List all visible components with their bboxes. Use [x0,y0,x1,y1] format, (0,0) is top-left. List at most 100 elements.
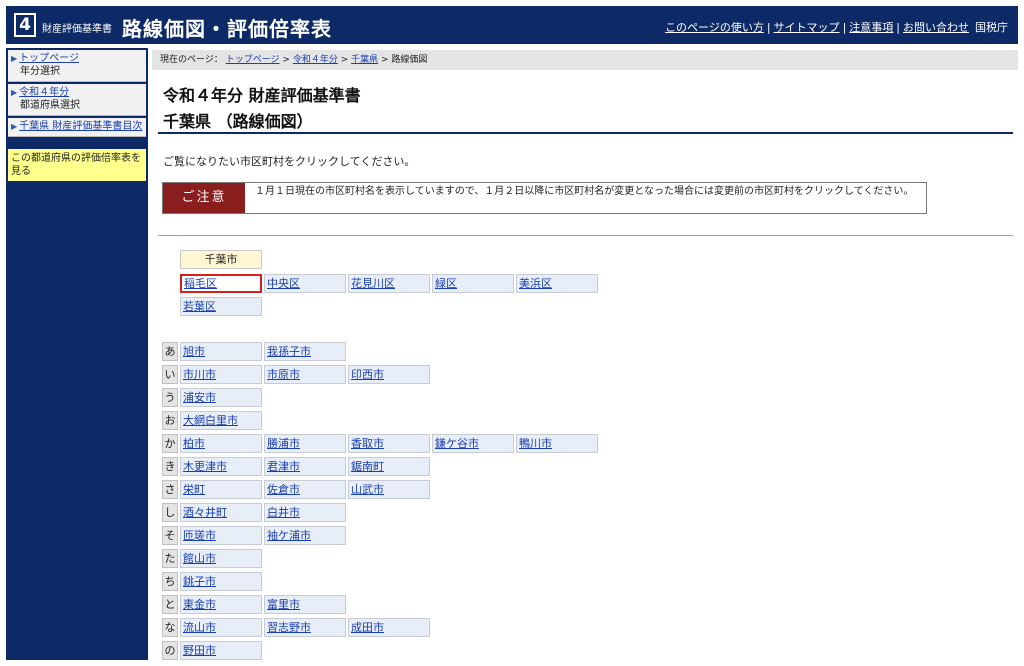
link-notes[interactable]: 注意事項 [849,21,893,34]
municipality-cell: 市川市 [180,365,262,384]
kana-label: そ [162,526,178,545]
link-how-to-use[interactable]: このページの使い方 [665,21,764,34]
ward-link[interactable]: 稲毛区 [184,277,217,290]
breadcrumb-top[interactable]: トップページ [226,55,280,65]
kana-label: い [162,365,178,384]
municipality-link[interactable]: 習志野市 [267,621,311,634]
municipality-link[interactable]: 館山市 [183,552,216,565]
municipality-cell: 匝瑳市 [180,526,262,545]
breadcrumb-separator: > [381,55,392,65]
municipality-link[interactable]: 市原市 [267,368,300,381]
sidebar-link-top[interactable]: トップページ [19,53,79,64]
kana-label: と [162,595,178,614]
municipality-cell: 栄町 [180,480,262,499]
kana-label: な [162,618,178,637]
municipality-link[interactable]: 我孫子市 [267,345,311,358]
sidebar-multiplier-table-link[interactable]: この都道府県の評価倍率表を見る [8,149,146,181]
municipality-cell: 大網白里市 [180,411,262,430]
kana-label: お [162,411,178,430]
municipality-link[interactable]: 袖ケ浦市 [267,529,311,542]
municipality-link[interactable]: 香取市 [351,437,384,450]
sidebar-link-contents[interactable]: 千葉県 財産評価基準書目次 [19,121,142,132]
municipality-cell: 野田市 [180,641,262,660]
ward-link[interactable]: 緑区 [435,277,457,290]
logo-number-icon: 4 [14,13,36,37]
ward-link[interactable]: 若葉区 [183,300,216,313]
sidebar-item-top: ▶ トップページ 年分選択 [8,50,146,82]
municipality-cell: 佐倉市 [264,480,346,499]
municipality-link[interactable]: 佐倉市 [267,483,300,496]
separator: | [766,21,771,34]
municipality-link[interactable]: 山武市 [351,483,384,496]
municipality-link[interactable]: 柏市 [183,437,205,450]
municipality-link[interactable]: 木更津市 [183,460,227,473]
municipality-link[interactable]: 栄町 [183,483,205,496]
municipality-link[interactable]: 野田市 [183,644,216,657]
sidebar-link-year[interactable]: 令和４年分 [19,87,69,98]
breadcrumb-separator: > [340,55,352,65]
municipality-link[interactable]: 成田市 [351,621,384,634]
link-sitemap[interactable]: サイトマップ [774,21,840,34]
link-contact[interactable]: お問い合わせ [903,21,969,34]
kana-label: た [162,549,178,568]
municipality-cell: 鎌ケ谷市 [432,434,514,453]
sidebar-item-sub: 年分選択 [20,66,60,77]
municipality-cell: 白井市 [264,503,346,522]
municipality-link[interactable]: 鎌ケ谷市 [435,437,479,450]
municipality-link[interactable]: 勝浦市 [267,437,300,450]
section-divider [158,235,1013,236]
breadcrumb: 現在のページ： トップページ > 令和４年分 > 千葉県 > 路線価図 [152,50,1018,70]
municipality-link[interactable]: 富里市 [267,598,300,611]
ward-link[interactable]: 中央区 [267,277,300,290]
municipality-link[interactable]: 銚子市 [183,575,216,588]
page-title: 令和４年分 財産評価基準書 [163,86,361,105]
triangle-bullet-icon: ▶ [11,54,18,63]
municipality-cell: 東金市 [180,595,262,614]
instruction-text: ご覧になりたい市区町村をクリックしてください。 [163,155,416,168]
municipality-link[interactable]: 鴨川市 [519,437,552,450]
caution-box: ご注意 １月１日現在の市区町村名を表示していますので、１月２日以降に市区町村名が… [162,182,927,214]
triangle-bullet-icon: ▶ [11,88,18,97]
municipality-link[interactable]: 印西市 [351,368,384,381]
municipality-cell: 銚子市 [180,572,262,591]
site-header: 4 財産評価基準書 路線価図・評価倍率表 このページの使い方 | サイトマップ | 注意… [6,6,1018,44]
municipality-link[interactable]: 東金市 [183,598,216,611]
municipality-link[interactable]: 大網白里市 [183,414,238,427]
sidebar: ▶ トップページ 年分選択 ▶ 令和４年分 都道府県選択 ▶ 千葉県 財産評価基準書目… [6,48,148,660]
municipality-link[interactable]: 匝瑳市 [183,529,216,542]
ward-cell: 稲毛区 [180,274,262,293]
triangle-bullet-icon: ▶ [11,122,18,131]
ward-link[interactable]: 花見川区 [351,277,395,290]
sidebar-item-year: ▶ 令和４年分 都道府県選択 [8,84,146,116]
municipality-cell: 印西市 [348,365,430,384]
municipality-cell: 柏市 [180,434,262,453]
kana-label: あ [162,342,178,361]
kana-label: き [162,457,178,476]
breadcrumb-prefecture[interactable]: 千葉県 [351,55,378,65]
municipality-link[interactable]: 旭市 [183,345,205,358]
breadcrumb-year[interactable]: 令和４年分 [293,55,338,65]
municipality-link[interactable]: 流山市 [183,621,216,634]
municipality-link[interactable]: 市川市 [183,368,216,381]
ward-cell: 中央区 [264,274,346,293]
kana-label: か [162,434,178,453]
breadcrumb-prefix: 現在のページ： [160,55,223,65]
municipality-link[interactable]: 酒々井町 [183,506,227,519]
municipality-link[interactable]: 白井市 [267,506,300,519]
site-name: 財産評価基準書 [42,24,112,35]
municipality-cell: 流山市 [180,618,262,637]
sidebar-item-sub: 都道府県選択 [20,100,80,111]
separator: | [842,21,847,34]
municipality-link[interactable]: 浦安市 [183,391,216,404]
municipality-cell: 酒々井町 [180,503,262,522]
municipality-link[interactable]: 君津市 [267,460,300,473]
municipality-cell: 山武市 [348,480,430,499]
site-title: 路線価図・評価倍率表 [122,17,332,41]
page-subtitle: 千葉県 （路線価図） [163,112,313,131]
ward-cell: 美浜区 [516,274,598,293]
municipality-link[interactable]: 鋸南町 [351,460,384,473]
municipality-cell: 君津市 [264,457,346,476]
kana-label: う [162,388,178,407]
ward-link[interactable]: 美浜区 [519,277,552,290]
caution-label: ご注意 [163,183,245,213]
